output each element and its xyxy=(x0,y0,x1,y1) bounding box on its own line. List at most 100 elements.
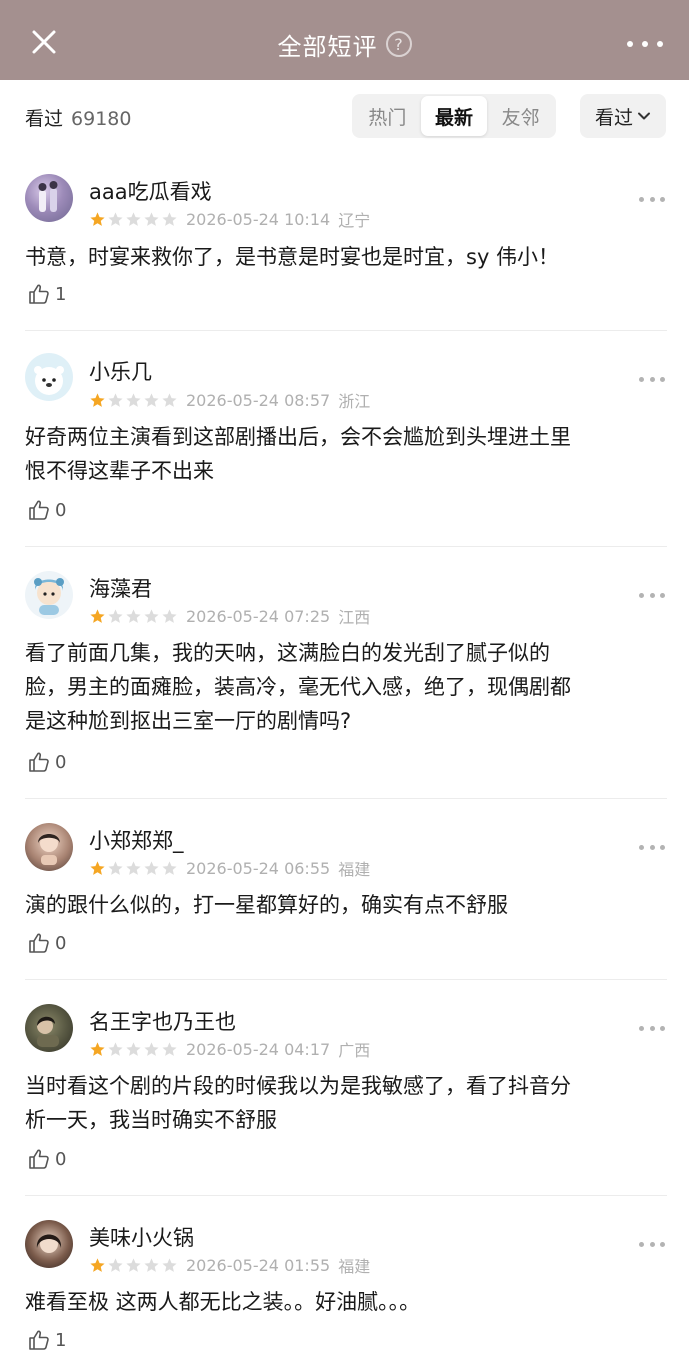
review-location: 福建 xyxy=(338,1257,371,1276)
review-item: 小郑郑郑_ 2026-05-24 06:55 福建 演的跟什么似的，打一星都算好… xyxy=(0,799,689,980)
seen-count-value: 69180 xyxy=(71,108,132,130)
review-location: 辽宁 xyxy=(338,211,371,230)
review-datetime: 2026-05-24 04:17 xyxy=(186,1039,331,1059)
like-button[interactable]: 0 xyxy=(27,1147,66,1171)
review-meta: 2026-05-24 04:17 广西 xyxy=(89,1037,370,1061)
tab-hot[interactable]: 热门 xyxy=(354,96,421,136)
star-empty-icon xyxy=(162,1257,177,1272)
star-rating xyxy=(89,1257,178,1274)
star-empty-icon xyxy=(108,860,123,875)
review-item: 小乐几 2026-05-24 08:57 浙江 好奇两位主演看到这部剧播出后，会… xyxy=(0,331,689,547)
like-button[interactable]: 1 xyxy=(27,282,66,306)
star-empty-icon xyxy=(162,860,177,875)
avatar[interactable] xyxy=(25,571,73,619)
avatar[interactable] xyxy=(25,353,73,401)
star-empty-icon xyxy=(162,211,177,226)
thumbs-up-icon xyxy=(29,500,49,520)
like-button[interactable]: 0 xyxy=(27,931,66,955)
review-text: 当时看这个剧的片段的时候我以为是我敏感了，看了抖音分 析一天，我当时确实不舒服 xyxy=(25,1074,571,1132)
username[interactable]: 美味小火锅 xyxy=(89,1222,194,1252)
username[interactable]: 小乐几 xyxy=(89,356,152,386)
star-empty-icon xyxy=(144,392,159,407)
tab-latest[interactable]: 最新 xyxy=(420,96,488,136)
star-empty-icon xyxy=(144,608,159,623)
star-empty-icon xyxy=(144,1257,159,1272)
username[interactable]: 小郑郑郑_ xyxy=(89,825,184,855)
like-count: 0 xyxy=(55,499,67,521)
star-filled-icon xyxy=(90,860,105,875)
review-location: 福建 xyxy=(338,860,371,879)
review-datetime: 2026-05-24 01:55 xyxy=(186,1255,331,1275)
like-button[interactable]: 0 xyxy=(27,750,66,774)
thumbs-up-icon xyxy=(29,933,49,953)
star-empty-icon xyxy=(108,1041,123,1056)
star-empty-icon xyxy=(144,1041,159,1056)
review-meta: 2026-05-24 06:55 福建 xyxy=(89,856,370,880)
star-filled-icon xyxy=(90,1257,105,1272)
username[interactable]: 名王字也乃王也 xyxy=(89,1006,236,1036)
username[interactable]: aaa吃瓜看戏 xyxy=(89,176,212,206)
review-text: 看了前面几集，我的天呐，这满脸白的发光刮了腻子似的 脸，男主的面瘫脸，装高冷，毫… xyxy=(25,641,571,733)
seen-label: 看过 xyxy=(25,108,64,130)
star-empty-icon xyxy=(108,392,123,407)
review-item: aaa吃瓜看戏 2026-05-24 10:14 辽宁 书意，时宴来救你了，是书… xyxy=(0,156,689,331)
thumbs-up-icon xyxy=(29,284,49,304)
star-empty-icon xyxy=(126,1041,141,1056)
review-more-icon[interactable] xyxy=(639,1240,665,1248)
star-empty-icon xyxy=(162,608,177,623)
filter-bar: 看过 69180 热门 最新 友邻 看过 xyxy=(0,80,689,156)
review-datetime: 2026-05-24 07:25 xyxy=(186,606,331,626)
review-location: 浙江 xyxy=(338,392,371,411)
username[interactable]: 海藻君 xyxy=(89,573,152,603)
avatar[interactable] xyxy=(25,1220,73,1268)
star-rating xyxy=(89,211,178,228)
chevron-down-icon xyxy=(638,112,650,120)
star-filled-icon xyxy=(90,1041,105,1056)
star-empty-icon xyxy=(144,211,159,226)
page-title: 全部短评 xyxy=(277,32,378,61)
star-empty-icon xyxy=(108,211,123,226)
avatar[interactable] xyxy=(25,823,73,871)
review-item: 名王字也乃王也 2026-05-24 04:17 广西 当时看这个剧的片段的时候… xyxy=(0,980,689,1196)
review-location: 广西 xyxy=(338,1041,371,1060)
review-text: 难看至极 这两人都无比之装。。好油腻。。。 xyxy=(25,1290,421,1314)
review-datetime: 2026-05-24 10:14 xyxy=(186,209,331,229)
avatar[interactable] xyxy=(25,174,73,222)
star-filled-icon xyxy=(90,608,105,623)
review-text: 演的跟什么似的，打一星都算好的，确实有点不舒服 xyxy=(25,893,508,917)
help-icon[interactable]: ? xyxy=(385,31,412,57)
review-item: 海藻君 2026-05-24 07:25 江西 看了前面几集，我的天呐，这满脸白… xyxy=(0,547,689,799)
thumbs-up-icon xyxy=(29,1149,49,1169)
star-rating xyxy=(89,1041,178,1058)
review-datetime: 2026-05-24 08:57 xyxy=(186,390,331,410)
review-more-icon[interactable] xyxy=(639,195,665,203)
star-empty-icon xyxy=(162,392,177,407)
star-empty-icon xyxy=(144,860,159,875)
tab-friends[interactable]: 友邻 xyxy=(487,96,554,136)
review-more-icon[interactable] xyxy=(639,375,665,383)
review-location: 江西 xyxy=(338,608,371,627)
star-empty-icon xyxy=(126,860,141,875)
title-group: 全部短评 ? xyxy=(0,24,689,64)
like-count: 0 xyxy=(55,1148,67,1170)
like-count: 0 xyxy=(55,751,67,773)
avatar[interactable] xyxy=(25,1004,73,1052)
thumbs-up-icon xyxy=(29,752,49,772)
like-count: 1 xyxy=(55,283,67,305)
like-button[interactable]: 0 xyxy=(27,498,66,522)
review-meta: 2026-05-24 01:55 福建 xyxy=(89,1253,370,1277)
seen-count: 看过 69180 xyxy=(25,104,131,131)
top-nav-bar: 全部短评 ? xyxy=(0,0,689,80)
review-text: 好奇两位主演看到这部剧播出后，会不会尴尬到头埋进土里 恨不得这辈子不出来 xyxy=(25,425,571,483)
review-more-icon[interactable] xyxy=(639,843,665,851)
star-empty-icon xyxy=(162,1041,177,1056)
watch-status-dropdown[interactable]: 看过 xyxy=(580,94,666,138)
review-more-icon[interactable] xyxy=(639,1024,665,1032)
dropdown-label: 看过 xyxy=(594,106,633,129)
star-empty-icon xyxy=(108,1257,123,1272)
star-empty-icon xyxy=(108,608,123,623)
thumbs-up-icon xyxy=(29,1330,49,1350)
review-more-icon[interactable] xyxy=(639,591,665,599)
more-options-icon[interactable] xyxy=(627,34,663,54)
like-button[interactable]: 1 xyxy=(27,1328,66,1352)
